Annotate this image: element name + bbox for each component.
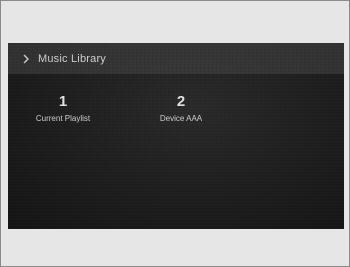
page-frame: Music Library 1 Current Playlist 2 Devic… xyxy=(0,0,350,267)
menu-item-current-playlist[interactable]: 1 Current Playlist xyxy=(13,93,113,123)
menu-item-number: 2 xyxy=(176,93,186,110)
menu-item-device-aaa[interactable]: 2 Device AAA xyxy=(131,93,231,123)
display-screen: Music Library 1 Current Playlist 2 Devic… xyxy=(8,43,344,229)
breadcrumb-header[interactable]: Music Library xyxy=(8,43,344,74)
chevron-right-icon xyxy=(20,53,32,65)
menu-item-label: Device AAA xyxy=(159,114,203,123)
page-title: Music Library xyxy=(38,52,107,65)
menu-item-number: 1 xyxy=(58,93,68,110)
menu-item-label: Current Playlist xyxy=(35,114,91,123)
